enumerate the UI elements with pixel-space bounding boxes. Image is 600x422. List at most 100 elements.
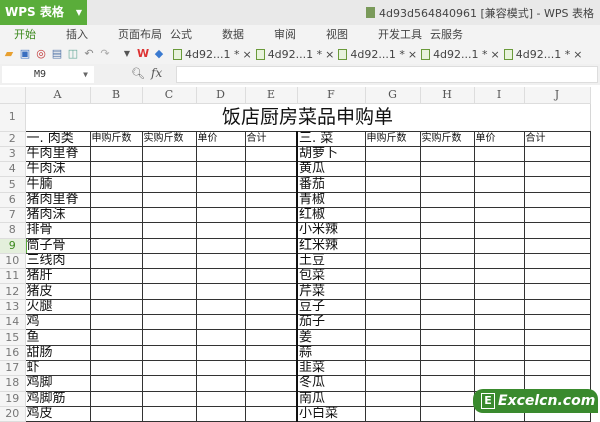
- cell[interactable]: [474, 207, 525, 224]
- cell[interactable]: [420, 391, 475, 407]
- row-header[interactable]: 18: [0, 375, 26, 392]
- cell[interactable]: [196, 406, 246, 422]
- meat-item-cell[interactable]: 牛肉沫: [25, 161, 91, 178]
- header-cell[interactable]: 实购斤数: [420, 131, 475, 147]
- cell[interactable]: [420, 161, 475, 178]
- document-tab[interactable]: 4d92...1 * ×: [338, 48, 417, 61]
- cell[interactable]: [420, 222, 475, 239]
- cell[interactable]: [474, 146, 525, 163]
- ribbon-tab-7[interactable]: 开发工具: [378, 25, 430, 44]
- cell[interactable]: [245, 345, 298, 361]
- cell[interactable]: [196, 329, 246, 346]
- cell[interactable]: [524, 176, 591, 193]
- cell[interactable]: [90, 329, 143, 346]
- cell[interactable]: [196, 161, 246, 178]
- close-icon[interactable]: ×: [325, 48, 334, 61]
- ribbon-tab-5[interactable]: 审阅: [274, 25, 326, 44]
- veg-item-cell[interactable]: 胡萝卜: [296, 146, 366, 163]
- cell[interactable]: [196, 314, 246, 331]
- cell[interactable]: [365, 207, 421, 224]
- open-icon[interactable]: ▰: [3, 48, 15, 60]
- cell[interactable]: [474, 345, 525, 361]
- cell[interactable]: [90, 299, 143, 316]
- column-header[interactable]: G: [365, 87, 421, 104]
- row-header[interactable]: 19: [0, 391, 26, 407]
- cell[interactable]: [196, 253, 246, 270]
- cell[interactable]: [524, 192, 591, 208]
- cell[interactable]: [90, 391, 143, 407]
- row-header[interactable]: 17: [0, 360, 26, 377]
- cell[interactable]: [90, 253, 143, 270]
- meat-item-cell[interactable]: 猪肉沫: [25, 207, 91, 224]
- cell[interactable]: [196, 299, 246, 316]
- cell[interactable]: [90, 238, 143, 254]
- meat-item-cell[interactable]: 猪肉里脊: [25, 192, 91, 208]
- ribbon-tab-4[interactable]: 数据: [222, 25, 274, 44]
- column-header[interactable]: B: [90, 87, 143, 104]
- cell[interactable]: [524, 146, 591, 163]
- ribbon-tab-1[interactable]: 插入: [66, 25, 118, 44]
- column-header[interactable]: F: [297, 87, 366, 104]
- cell[interactable]: [245, 161, 298, 178]
- cell[interactable]: [142, 192, 197, 208]
- cell[interactable]: [524, 345, 591, 361]
- cell[interactable]: [245, 146, 298, 163]
- cell[interactable]: [420, 345, 475, 361]
- cell[interactable]: [420, 314, 475, 331]
- cell[interactable]: [142, 329, 197, 346]
- cell[interactable]: [196, 345, 246, 361]
- veg-item-cell[interactable]: 韭菜: [296, 360, 366, 377]
- veg-item-cell[interactable]: 小白菜: [296, 406, 366, 422]
- column-header[interactable]: E: [245, 87, 298, 104]
- header-cell[interactable]: 申购斤数: [365, 131, 421, 147]
- cell[interactable]: [245, 314, 298, 331]
- close-icon[interactable]: ×: [408, 48, 417, 61]
- column-header[interactable]: D: [196, 87, 246, 104]
- cell[interactable]: [420, 253, 475, 270]
- document-tab[interactable]: 4d92...1 * ×: [503, 48, 582, 61]
- document-tab[interactable]: 4d92...1 * ×: [173, 48, 252, 61]
- cell[interactable]: [90, 314, 143, 331]
- ribbon-tab-8[interactable]: 云服务: [430, 25, 482, 44]
- cell[interactable]: [474, 238, 525, 254]
- cell[interactable]: [365, 360, 421, 377]
- cell[interactable]: [90, 406, 143, 422]
- header-cell[interactable]: 单价: [196, 131, 246, 147]
- row-header[interactable]: 3: [0, 146, 26, 163]
- meat-item-cell[interactable]: 鸡: [25, 314, 91, 331]
- veg-item-cell[interactable]: 芹菜: [296, 283, 366, 300]
- column-header[interactable]: A: [25, 87, 91, 104]
- cell[interactable]: [365, 329, 421, 346]
- cell[interactable]: [142, 314, 197, 331]
- cell[interactable]: [142, 161, 197, 178]
- cell[interactable]: [365, 238, 421, 254]
- row-header[interactable]: 14: [0, 314, 26, 331]
- meat-item-cell[interactable]: 甜肠: [25, 345, 91, 361]
- cloud-box-icon[interactable]: ◆: [153, 48, 165, 60]
- cell[interactable]: [245, 375, 298, 392]
- close-icon[interactable]: ×: [573, 48, 582, 61]
- cell[interactable]: [245, 192, 298, 208]
- cell[interactable]: [90, 345, 143, 361]
- cell[interactable]: [90, 283, 143, 300]
- header-cell[interactable]: 申购斤数: [90, 131, 143, 147]
- cell[interactable]: [524, 253, 591, 270]
- cell[interactable]: [420, 192, 475, 208]
- veg-item-cell[interactable]: 茄子: [296, 314, 366, 331]
- cell[interactable]: [474, 283, 525, 300]
- cell[interactable]: [245, 360, 298, 377]
- document-tab[interactable]: 4d92...1 * ×: [421, 48, 500, 61]
- cell[interactable]: [365, 222, 421, 239]
- header-cell[interactable]: 合计: [245, 131, 298, 147]
- save-icon[interactable]: ▣: [19, 48, 31, 60]
- cell[interactable]: [524, 238, 591, 254]
- cell[interactable]: [142, 360, 197, 377]
- row-header[interactable]: 16: [0, 345, 26, 361]
- cell[interactable]: [365, 314, 421, 331]
- cell[interactable]: [245, 391, 298, 407]
- cell[interactable]: [474, 299, 525, 316]
- cell[interactable]: [420, 299, 475, 316]
- cell[interactable]: [524, 360, 591, 377]
- row-header[interactable]: 10: [0, 253, 26, 270]
- cell[interactable]: [142, 238, 197, 254]
